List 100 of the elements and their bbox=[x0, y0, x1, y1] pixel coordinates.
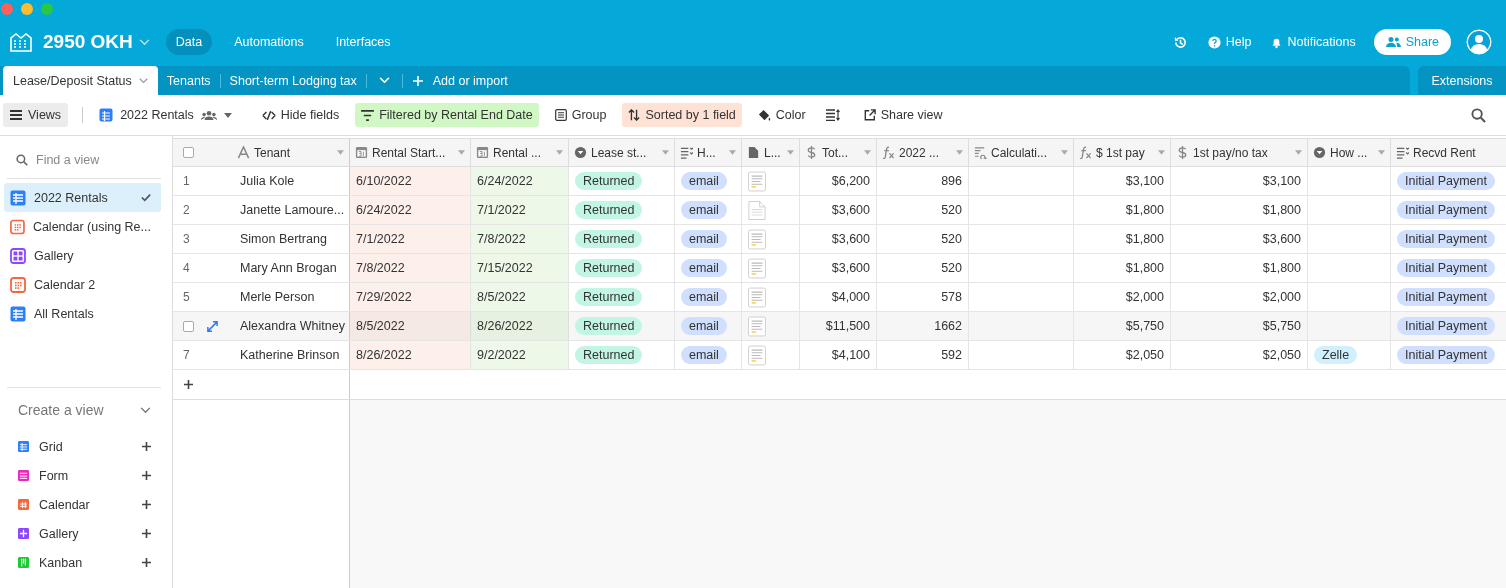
document-thumbnail-icon[interactable] bbox=[748, 228, 766, 250]
column-header[interactable]: H... bbox=[675, 139, 742, 166]
plus-icon bbox=[412, 75, 423, 86]
create-view-item[interactable]: Form bbox=[4, 461, 161, 490]
create-view-item[interactable]: Calendar bbox=[4, 490, 161, 519]
view-list-item[interactable]: Gallery bbox=[4, 241, 161, 270]
table-cell: $3,600 bbox=[1262, 232, 1301, 246]
table-cell: $1,800 bbox=[1125, 261, 1164, 275]
calendar-view-icon bbox=[10, 276, 26, 293]
table-cell: Merle Person bbox=[240, 290, 315, 304]
document-thumbnail-icon[interactable] bbox=[748, 286, 766, 308]
external-link-icon bbox=[863, 109, 876, 121]
create-view-item[interactable]: Grid bbox=[4, 432, 161, 461]
column-header[interactable]: 1st pay/no tax bbox=[1171, 139, 1308, 166]
create-view-item[interactable]: Kanban bbox=[4, 548, 161, 577]
column-header[interactable]: Tenant bbox=[232, 139, 350, 166]
add-row-icon[interactable] bbox=[184, 380, 193, 389]
tag: Initial Payment bbox=[1397, 346, 1495, 364]
table-row[interactable]: 5 Merle Person 7/29/2022 8/5/2022 Returned email $4,000 578 $2,000 $2,000 Initial Payment bbox=[173, 283, 1506, 312]
share-button[interactable]: Share view bbox=[857, 103, 949, 127]
table-cell: $4,000 bbox=[831, 290, 870, 304]
table-cell: $5,750 bbox=[1262, 319, 1301, 333]
table-cell: 520 bbox=[941, 203, 962, 217]
tag: email bbox=[681, 201, 727, 219]
table-cell: Janette Lamoure... bbox=[240, 203, 345, 217]
table-cell: $11,500 bbox=[825, 319, 870, 333]
select-all-checkbox[interactable] bbox=[183, 147, 194, 158]
table-row[interactable]: Alexandra Whitney 8/5/2022 8/26/2022 Returned email $11,500 1662 $5,750 $5,750 Initial Payment bbox=[173, 312, 1506, 341]
row-height-icon[interactable] bbox=[825, 109, 840, 121]
nav-tab[interactable]: Data bbox=[165, 29, 213, 55]
column-header[interactable]: Rental ... bbox=[471, 139, 569, 166]
view-list-item[interactable]: 2022 Rentals bbox=[4, 183, 161, 212]
column-header[interactable]: How ... bbox=[1308, 139, 1391, 166]
table-row[interactable]: 7 Katherine Brinson 8/26/2022 9/2/2022 Returned email $4,100 592 $2,050 $2,050 Zelle Initial Payment bbox=[173, 341, 1506, 370]
table-cell: Katherine Brinson bbox=[240, 348, 340, 362]
formula-icon bbox=[882, 146, 895, 159]
table-row[interactable]: 4 Mary Ann Brogan 7/8/2022 7/15/2022 Returned email $3,600 520 $1,800 $1,800 Initial Payment bbox=[173, 254, 1506, 283]
plus-icon bbox=[142, 442, 151, 451]
document-thumbnail-icon[interactable] bbox=[748, 315, 766, 337]
sort-button[interactable]: Sorted by 1 field bbox=[622, 103, 742, 127]
document-thumbnail-icon[interactable] bbox=[748, 170, 766, 192]
zoom-window-button[interactable] bbox=[41, 3, 53, 15]
table-cell: Julia Kole bbox=[240, 174, 295, 188]
tag: Initial Payment bbox=[1397, 230, 1495, 248]
views-button[interactable]: Views bbox=[3, 103, 69, 127]
table-cell: $1,800 bbox=[1125, 232, 1164, 246]
column-header[interactable]: Calculati... bbox=[969, 139, 1074, 166]
find-view-field[interactable]: Find a view bbox=[36, 153, 156, 167]
avatar[interactable] bbox=[1466, 29, 1492, 55]
minimize-window-button[interactable] bbox=[21, 3, 33, 15]
view-list-item[interactable]: Calendar (using Re... bbox=[4, 212, 161, 241]
view-switcher[interactable]: 2022 Rentals bbox=[93, 108, 240, 122]
table-cell: 8/26/2022 bbox=[350, 341, 471, 369]
create-view-item[interactable]: Gallery bbox=[4, 519, 161, 548]
caret-icon bbox=[787, 150, 794, 155]
table-tab[interactable]: Lease/Deposit Status bbox=[3, 66, 158, 95]
plus-icon bbox=[142, 471, 151, 480]
table-cell: $3,600 bbox=[831, 203, 870, 217]
table-cell: 7/29/2022 bbox=[350, 283, 471, 311]
column-header[interactable]: L... bbox=[742, 139, 800, 166]
table-row[interactable]: 3 Simon Bertrang 7/1/2022 7/8/2022 Returned email $3,600 520 $1,800 $3,600 Initial Payment bbox=[173, 225, 1506, 254]
building-icon bbox=[10, 32, 32, 52]
document-thumbnail-icon[interactable] bbox=[748, 344, 766, 366]
view-list-item[interactable]: All Rentals bbox=[4, 299, 161, 328]
file-icon[interactable] bbox=[748, 199, 766, 221]
hide-button[interactable]: Hide fields bbox=[255, 103, 346, 127]
help-icon bbox=[1207, 35, 1221, 49]
column-header[interactable]: Tot... bbox=[800, 139, 877, 166]
table-row[interactable]: 2 Janette Lamoure... 6/24/2022 7/1/2022 Returned email $3,600 520 $1,800 $1,800 Initial Payment bbox=[173, 196, 1506, 225]
column-header[interactable]: Lease st... bbox=[569, 139, 675, 166]
lookup-icon bbox=[974, 146, 987, 159]
document-icon bbox=[747, 146, 760, 159]
column-header[interactable]: 2022 ... bbox=[877, 139, 969, 166]
view-list-item[interactable]: Calendar 2 bbox=[4, 270, 161, 299]
group-button[interactable]: Group bbox=[548, 103, 613, 127]
table-cell: $3,100 bbox=[1125, 174, 1164, 188]
table-row[interactable]: 1 Julia Kole 6/10/2022 6/24/2022 Returned email $6,200 896 $3,100 $3,100 Initial Payment bbox=[173, 167, 1506, 196]
column-header[interactable]: Recvd Rent bbox=[1391, 139, 1506, 166]
column-header[interactable]: $ 1st pay bbox=[1074, 139, 1171, 166]
table-cell: $6,200 bbox=[831, 174, 870, 188]
row-checkbox[interactable] bbox=[183, 320, 194, 332]
filter-button[interactable]: Filtered by Rental End Date bbox=[355, 103, 539, 127]
chevron-down-icon[interactable] bbox=[140, 406, 151, 414]
row-number: 7 bbox=[183, 348, 190, 362]
table-cell: $3,600 bbox=[831, 261, 870, 275]
history-icon[interactable] bbox=[1172, 34, 1188, 50]
expand-icon[interactable] bbox=[206, 319, 219, 333]
table-cell: 7/15/2022 bbox=[471, 254, 569, 282]
calendar-view-icon bbox=[18, 499, 29, 510]
search-icon[interactable] bbox=[1471, 107, 1486, 123]
color-button[interactable]: Color bbox=[751, 103, 812, 127]
table-cell: $2,050 bbox=[1262, 348, 1301, 362]
document-thumbnail-icon[interactable] bbox=[748, 257, 766, 279]
column-header[interactable]: Rental Start... bbox=[350, 139, 471, 166]
checklist-icon bbox=[1396, 146, 1409, 159]
tag: Returned bbox=[575, 172, 643, 190]
table-cell: 6/24/2022 bbox=[350, 196, 471, 224]
table-cell: 8/5/2022 bbox=[471, 283, 569, 311]
calendar-icon bbox=[355, 146, 368, 159]
close-window-button[interactable] bbox=[1, 3, 13, 15]
